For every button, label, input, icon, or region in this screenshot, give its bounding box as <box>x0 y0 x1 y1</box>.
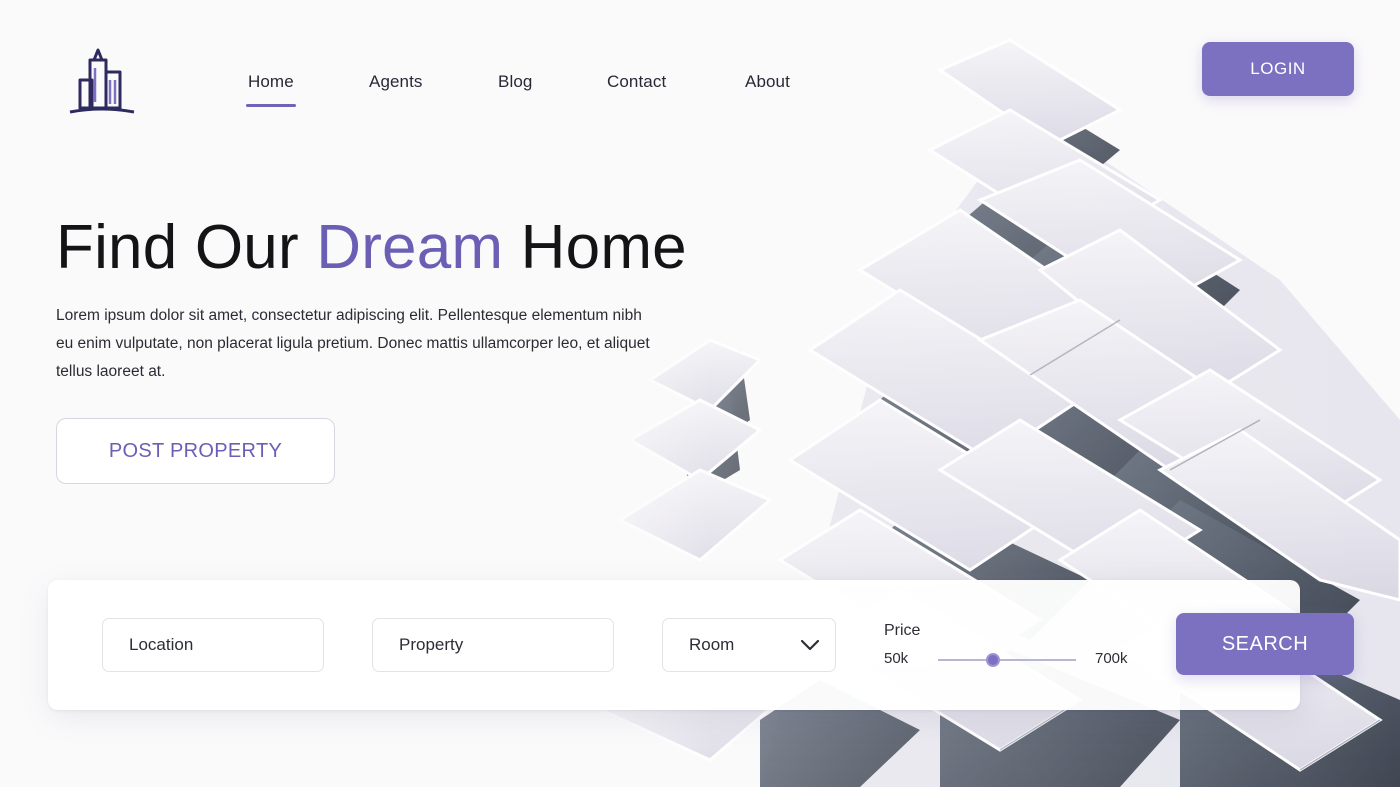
nav-blog[interactable]: Blog <box>498 72 532 92</box>
location-field[interactable] <box>102 618 324 672</box>
price-max-value: 700k <box>1095 650 1128 667</box>
search-button[interactable]: SEARCH <box>1176 613 1354 675</box>
hero-title-part1: Find Our <box>56 213 317 282</box>
chevron-down-icon <box>799 634 821 656</box>
login-button[interactable]: LOGIN <box>1202 42 1354 96</box>
nav-agents[interactable]: Agents <box>369 72 423 92</box>
room-select[interactable]: Room <box>662 618 836 672</box>
location-input[interactable] <box>129 635 323 655</box>
nav-home[interactable]: Home <box>246 72 296 107</box>
price-min-value: 50k <box>884 650 909 667</box>
price-label: Price <box>884 622 921 639</box>
hero-description: Lorem ipsum dolor sit amet, consectetur … <box>56 307 650 380</box>
property-input[interactable] <box>399 635 613 655</box>
buildings-logo-icon[interactable] <box>68 46 136 118</box>
hero-title: Find Our Dream Home <box>56 212 687 283</box>
room-select-value: Room <box>689 635 735 654</box>
property-field[interactable] <box>372 618 614 672</box>
search-panel: Room Price 50k 700k SEARCH <box>48 580 1354 710</box>
price-slider-track[interactable] <box>938 659 1076 661</box>
post-property-button[interactable]: POST PROPERTY <box>56 418 335 484</box>
nav-contact[interactable]: Contact <box>607 72 666 92</box>
price-slider-thumb[interactable] <box>986 653 1000 667</box>
nav-about[interactable]: About <box>745 72 790 92</box>
hero-title-part2: Home <box>503 213 687 282</box>
hero-title-accent: Dream <box>316 213 504 282</box>
